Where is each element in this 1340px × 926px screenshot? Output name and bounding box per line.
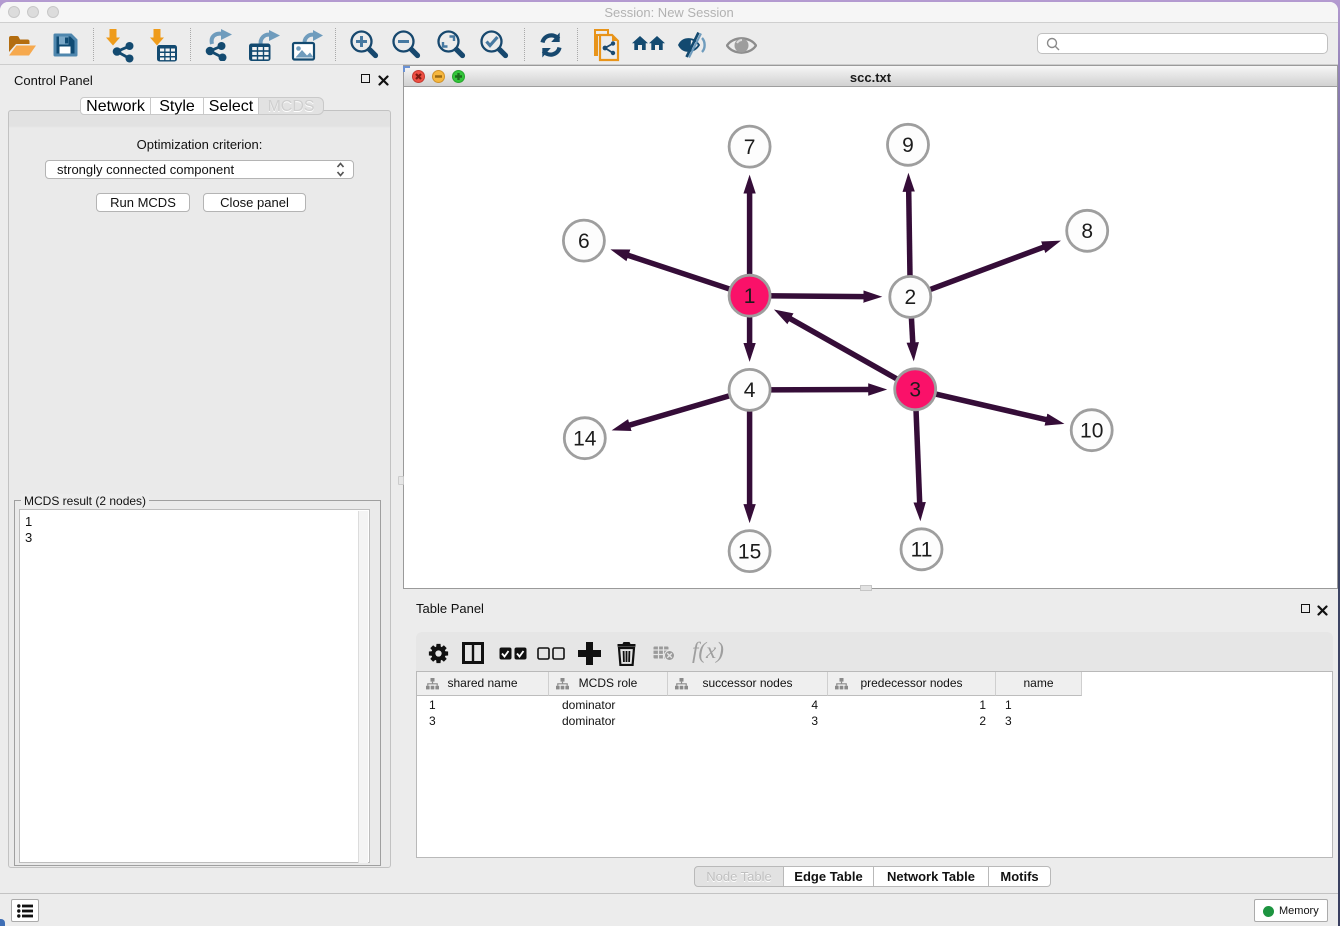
svg-text:2: 2 bbox=[904, 286, 916, 309]
svg-text:6: 6 bbox=[578, 230, 590, 253]
svg-text:11: 11 bbox=[911, 539, 933, 562]
svg-text:9: 9 bbox=[902, 134, 914, 157]
svg-text:4: 4 bbox=[744, 379, 756, 402]
svg-text:14: 14 bbox=[573, 427, 597, 450]
svg-text:10: 10 bbox=[1080, 419, 1103, 442]
svg-text:3: 3 bbox=[909, 379, 921, 402]
svg-text:7: 7 bbox=[744, 136, 756, 159]
svg-text:8: 8 bbox=[1081, 220, 1093, 243]
svg-text:15: 15 bbox=[738, 540, 761, 563]
svg-text:1: 1 bbox=[744, 285, 756, 308]
